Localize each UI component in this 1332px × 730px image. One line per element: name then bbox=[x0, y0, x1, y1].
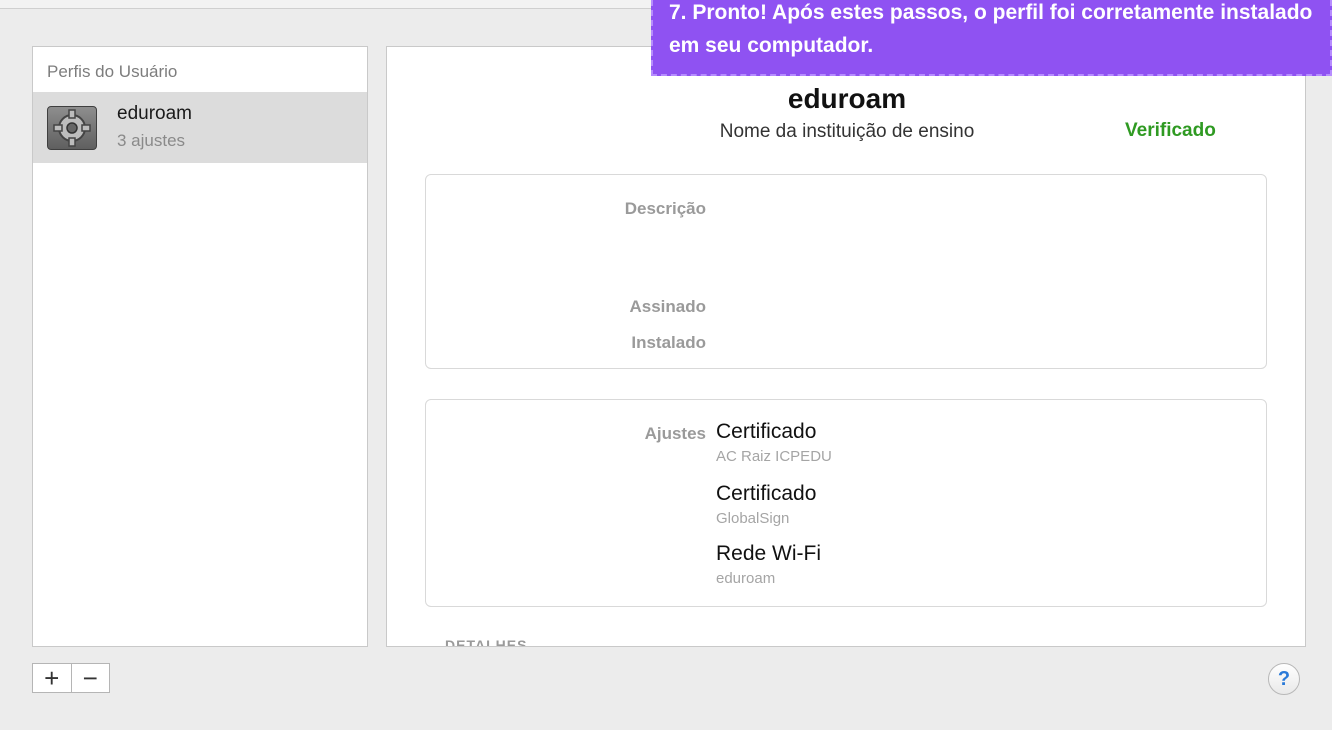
setting-subtitle: GlobalSign bbox=[716, 510, 790, 527]
remove-profile-button[interactable]: − bbox=[70, 664, 110, 692]
instruction-text: 7. Pronto! Após estes passos, o perfil f… bbox=[669, 1, 1313, 57]
profile-info-card: Descrição Assinado Instalado bbox=[425, 174, 1267, 369]
add-profile-button[interactable]: + bbox=[33, 664, 71, 692]
profile-settings-count: 3 ajustes bbox=[117, 131, 186, 150]
gear-icon bbox=[47, 106, 97, 150]
signed-label: Assinado bbox=[629, 297, 706, 316]
settings-card: Ajustes Certificado AC Raiz ICPEDU Certi… bbox=[425, 399, 1267, 607]
description-label: Descrição bbox=[624, 199, 706, 218]
settings-label: Ajustes bbox=[644, 424, 706, 443]
setting-title: Certificado bbox=[716, 420, 817, 443]
instruction-banner: 7. Pronto! Após estes passos, o perfil f… bbox=[651, 0, 1332, 76]
sidebar-header: Perfis do Usuário bbox=[47, 62, 178, 81]
details-section-header: DETALHES bbox=[445, 637, 528, 647]
setting-subtitle: eduroam bbox=[716, 570, 776, 587]
profile-name: eduroam bbox=[117, 103, 192, 124]
profile-list-item-eduroam[interactable]: eduroam 3 ajustes bbox=[33, 92, 367, 163]
profile-title: eduroam bbox=[787, 83, 907, 114]
setting-title: Rede Wi-Fi bbox=[716, 542, 822, 565]
add-remove-control: + − bbox=[32, 663, 110, 693]
installed-label: Instalado bbox=[631, 333, 706, 352]
profile-detail-panel: eduroam Nome da instituição de ensino Ve… bbox=[386, 46, 1306, 647]
setting-title: Certificado bbox=[716, 482, 817, 505]
verified-status: Verificado bbox=[1125, 120, 1216, 141]
help-button[interactable]: ? bbox=[1268, 663, 1300, 695]
setting-subtitle: AC Raiz ICPEDU bbox=[716, 448, 832, 465]
profiles-sidebar: Perfis do Usuário eduroam 3 ajustes bbox=[32, 46, 368, 647]
